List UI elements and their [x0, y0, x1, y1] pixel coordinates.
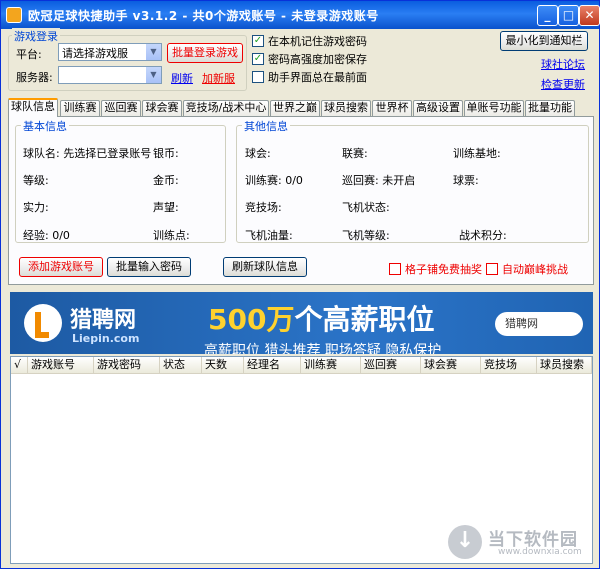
refresh-link[interactable]: 刷新	[171, 70, 193, 86]
auto-challenge-checkbox[interactable]: 自动巅峰挑战	[486, 261, 568, 277]
tab-club[interactable]: 球会赛	[142, 100, 182, 116]
chevron-down-icon[interactable]: ▼	[145, 44, 161, 60]
training-base-field: 训练基地:	[453, 147, 501, 160]
auto-challenge-label: 自动巅峰挑战	[502, 263, 568, 276]
title-bar[interactable]: 欧冠足球快捷助手 v3.1.2 - 共0个游戏账号 - 未登录游戏账号 _ □ …	[1, 1, 600, 29]
checkbox-box[interactable]	[252, 71, 264, 83]
col-player-search[interactable]: 球员搜索	[537, 357, 592, 374]
ad-banner[interactable]: 猎聘网 Liepin.com 500万个高薪职位 高薪职位 猎头推荐 职场答疑 …	[10, 292, 593, 354]
tab-arena[interactable]: 竞技场/战术中心	[183, 100, 269, 116]
minimize-button[interactable]: _	[537, 5, 558, 26]
col-days[interactable]: 天数	[202, 357, 244, 374]
silver-field: 银币:	[153, 147, 179, 160]
checkmark-icon[interactable]: ✓	[252, 53, 264, 65]
col-status[interactable]: 状态	[160, 357, 202, 374]
tab-world-top[interactable]: 世界之巅	[270, 100, 320, 116]
tab-world-cup[interactable]: 世界杯	[372, 100, 412, 116]
window-title: 欧冠足球快捷助手 v3.1.2 - 共0个游戏账号 - 未登录游戏账号	[28, 9, 379, 23]
chevron-down-icon[interactable]: ▼	[145, 67, 161, 83]
col-password[interactable]: 游戏密码	[94, 357, 160, 374]
plane-level-field: 飞机等级:	[342, 229, 390, 242]
training-points-field: 训练点:	[153, 229, 190, 242]
always-on-top-label: 助手界面总在最前面	[268, 71, 367, 84]
plane-fuel-field: 飞机油量:	[245, 229, 293, 242]
tab-player-search[interactable]: 球员搜索	[321, 100, 371, 116]
training-match-field: 训练赛: 0/0	[245, 174, 303, 187]
remember-password-checkbox[interactable]: ✓ 在本机记住游戏密码	[252, 33, 367, 49]
server-label: 服务器:	[16, 71, 53, 84]
strong-encrypt-checkbox[interactable]: ✓ 密码高强度加密保存	[252, 51, 367, 67]
platform-select[interactable]: 请选择游戏服 ▼	[58, 43, 162, 61]
plane-status-field: 飞机状态:	[342, 201, 390, 214]
refresh-team-button[interactable]: 刷新球队信息	[223, 257, 307, 277]
tab-training[interactable]: 训练赛	[60, 100, 100, 116]
strong-encrypt-label: 密码高强度加密保存	[268, 53, 367, 66]
tab-tour[interactable]: 巡回赛	[101, 100, 141, 116]
tab-batch[interactable]: 批量功能	[525, 100, 575, 116]
grid-header: √ 游戏账号 游戏密码 状态 天数 经理名 训练赛 巡回赛 球会赛 竞技场 球员…	[11, 357, 592, 374]
free-draw-label: 格子铺免费抽奖	[405, 263, 482, 276]
free-draw-checkbox[interactable]: 格子铺免费抽奖	[389, 261, 482, 277]
checkmark-icon[interactable]: ✓	[252, 35, 264, 47]
watermark-url: www.downxia.com	[498, 547, 582, 557]
site-watermark: 当下软件园 www.downxia.com	[448, 523, 596, 563]
login-group-title: 游戏登录	[12, 28, 60, 44]
tactic-points-field: 战术积分:	[459, 229, 507, 242]
ad-brand: 猎聘网	[70, 308, 137, 333]
ad-domain: Liepin.com	[72, 332, 140, 345]
liepin-logo-icon	[24, 304, 62, 342]
tab-team-info[interactable]: 球队信息	[8, 98, 58, 117]
col-training[interactable]: 训练赛	[301, 357, 361, 374]
col-account[interactable]: 游戏账号	[28, 357, 94, 374]
tab-strip: 球队信息 训练赛 巡回赛 球会赛 竞技场/战术中心 世界之巅 球员搜索 世界杯 …	[8, 98, 594, 117]
client-area: 游戏登录 平台: 请选择游戏服 ▼ 服务器: ▼ 批量登录游戏 刷新 加新服 ✓…	[4, 28, 596, 567]
col-check[interactable]: √	[11, 357, 28, 374]
ad-search-box[interactable]: 猎聘网	[495, 312, 583, 336]
remember-password-label: 在本机记住游戏密码	[268, 35, 367, 48]
add-server-link[interactable]: 加新服	[202, 70, 235, 86]
prestige-field: 声望:	[153, 201, 179, 214]
ad-headline-text: 个高薪职位	[294, 303, 435, 336]
main-window: 欧冠足球快捷助手 v3.1.2 - 共0个游戏账号 - 未登录游戏账号 _ □ …	[0, 0, 600, 569]
col-tour[interactable]: 巡回赛	[361, 357, 421, 374]
exp-field: 经验: 0/0	[23, 229, 70, 242]
other-info-title: 其他信息	[242, 118, 290, 134]
add-account-button[interactable]: 添加游戏账号	[19, 257, 103, 277]
level-field: 等级:	[23, 174, 49, 187]
platform-label: 平台:	[16, 48, 42, 61]
gold-field: 金币:	[153, 174, 179, 187]
basic-info-title: 基本信息	[21, 118, 69, 134]
checkbox-box[interactable]	[486, 263, 498, 275]
col-club[interactable]: 球会赛	[421, 357, 481, 374]
check-update-link[interactable]: 检查更新	[541, 76, 585, 92]
tour-field: 巡回赛: 未开启	[342, 174, 416, 187]
tab-advanced[interactable]: 高级设置	[413, 100, 463, 116]
team-name-field: 球队名: 先选择已登录账号	[23, 147, 152, 160]
maximize-button[interactable]: □	[558, 5, 579, 26]
arena-field: 竞技场:	[245, 201, 282, 214]
league-field: 联赛:	[342, 147, 368, 160]
platform-select-value: 请选择游戏服	[62, 47, 128, 60]
team-info-panel: 基本信息 球队名: 先选择已登录账号 银币: 等级: 金币: 实力: 声望: 经…	[8, 116, 594, 285]
app-icon	[6, 7, 22, 23]
club-field: 球会:	[245, 147, 271, 160]
close-button[interactable]: ✕	[579, 5, 600, 26]
tab-single-account[interactable]: 单账号功能	[464, 100, 524, 116]
forum-link[interactable]: 球社论坛	[541, 56, 585, 72]
batch-login-button[interactable]: 批量登录游戏	[167, 43, 243, 63]
ad-subline: 高薪职位 猎头推荐 职场答疑 隐私保护	[204, 343, 442, 354]
download-icon	[448, 525, 482, 559]
always-on-top-checkbox[interactable]: 助手界面总在最前面	[252, 69, 367, 85]
ad-headline: 500万个高薪职位	[208, 298, 434, 338]
batch-password-button[interactable]: 批量输入密码	[107, 257, 191, 277]
server-select[interactable]: ▼	[58, 66, 162, 84]
checkbox-box[interactable]	[389, 263, 401, 275]
col-arena[interactable]: 竞技场	[481, 357, 537, 374]
ad-headline-number: 500万	[208, 303, 295, 336]
minimize-to-tray-button[interactable]: 最小化到通知栏	[500, 31, 588, 51]
strength-field: 实力:	[23, 201, 49, 214]
col-manager[interactable]: 经理名	[244, 357, 301, 374]
tickets-field: 球票:	[453, 174, 479, 187]
